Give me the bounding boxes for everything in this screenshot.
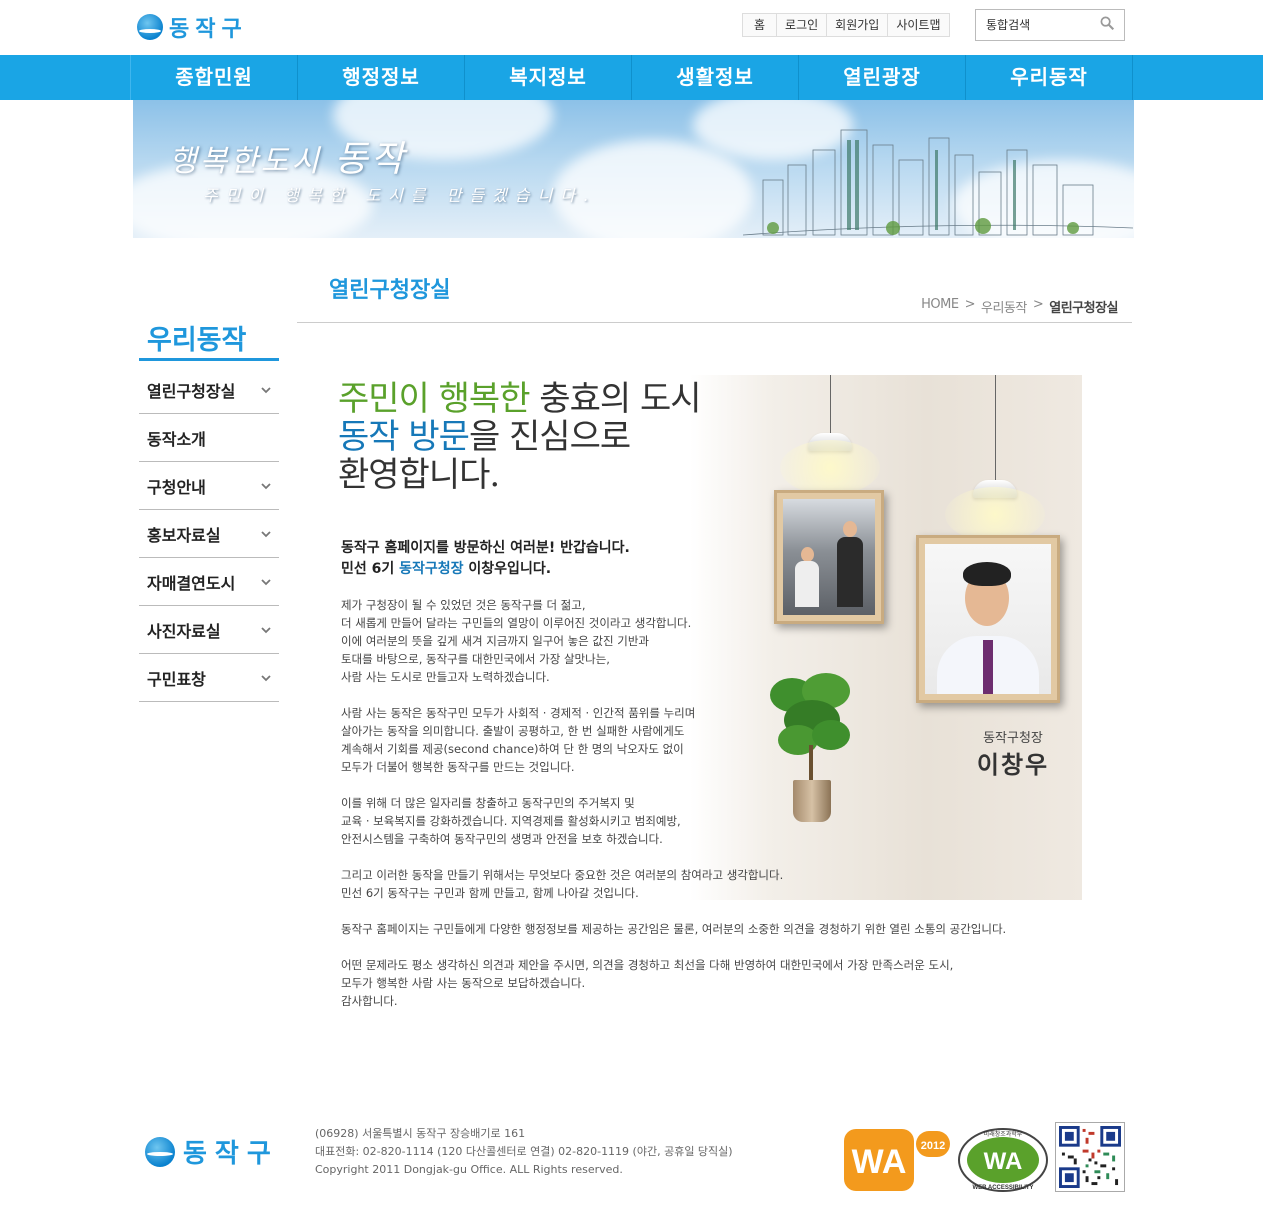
local-nav: 열린구청장실 동작소개 구청안내 홍보자료실 자매결연도시 사진자료실 구민표창 [139,366,279,702]
chevron-down-icon [261,386,271,393]
svg-text:2012: 2012 [921,1140,945,1152]
footer-logo: 동작구 [145,1133,279,1170]
photo-frame-small [774,490,884,624]
lnb-item-open-mayor-office[interactable]: 열린구청장실 [139,366,279,414]
footer-copyright: Copyright 2011 Dongjak-gu Office. ALL Ri… [315,1163,623,1176]
greeting: 동작구 홈페이지를 방문하신 여러분! 반갑습니다. 민선 6기 동작구청장 이… [341,540,630,577]
message-paragraph: 그리고 이러한 동작을 만들기 위해서는 무엇보다 중요한 것은 여러분의 참여… [341,868,784,900]
message-paragraph: 동작구 홈페이지는 구민들에게 다양한 행정정보를 제공하는 공간임은 물론, … [341,922,1007,936]
chevron-down-icon [261,626,271,633]
banner: 행복한도시 동작 주민이 행복한 도시를 만들겠습니다. [133,100,1134,238]
breadcrumb-separator: > [1032,297,1044,312]
qr-code-icon [1059,1126,1121,1188]
plant-pot [793,780,831,822]
gnb-item-our-dongjak[interactable]: 우리동작 [966,55,1133,100]
logo-mark-icon [137,14,163,40]
chevron-down-icon [261,578,271,585]
lnb-item-citizen-awards[interactable]: 구민표창 [139,654,279,702]
gnb-item-life[interactable]: 생활정보 [632,55,799,100]
chevron-down-icon [261,674,271,681]
banner-title: 행복한도시 동작 [169,139,407,180]
breadcrumb-separator: > [964,297,976,312]
search-box [975,9,1125,41]
footer-logo-text: 동작구 [183,1139,279,1169]
lnb-item-pr-archive[interactable]: 홍보자료실 [139,510,279,558]
gnb-item-open-square[interactable]: 열린광장 [799,55,966,100]
search-input[interactable] [984,10,1098,40]
gnb-item-welfare[interactable]: 복지정보 [465,55,632,100]
lnb-item-office-guide[interactable]: 구청안내 [139,462,279,510]
breadcrumb-current: 열린구청장실 [1049,301,1118,316]
lnb-item-dongjak-intro[interactable]: 동작소개 [139,414,279,462]
mayor-photo-main [925,544,1051,694]
message-paragraph: 사람 사는 동작은 동작구민 모두가 사회적 · 경제적 · 인간적 품위를 누… [341,706,696,774]
banner-subtitle: 주민이 행복한 도시를 만들겠습니다. [203,186,597,205]
message-paragraph: 제가 구청장이 될 수 있었던 것은 동작구를 더 젊고, 더 새롭게 만들어 … [341,598,692,684]
divider [297,322,1132,323]
chevron-down-icon [261,530,271,537]
util-link-home[interactable]: 홈 [743,14,777,36]
footer-address: (06928) 서울특별시 동작구 장승배기로 161 [315,1127,526,1140]
gnb-item-civil[interactable]: 종합민원 [131,55,298,100]
utility-links: 홈 로그인 회원가입 사이트맵 [742,13,950,37]
message-paragraph: 어떤 문제라도 평소 생각하신 의견과 제안을 주시면, 의견을 경청하고 최선… [341,958,954,1008]
site-logo[interactable]: 동작구 [137,12,248,42]
breadcrumb-home[interactable]: HOME [921,297,959,316]
lnb-title: 우리동작 [147,325,247,356]
city-skyline-illustration [743,129,1133,236]
breadcrumb: HOME > 우리동작 > 열린구청장실 [921,297,1118,316]
lnb-item-sister-cities[interactable]: 자매결연도시 [139,558,279,606]
logo-text: 동작구 [169,17,248,42]
footer-phone: 대표전화: 02-820-1114 (120 다산콜센터로 연결) 02-820… [315,1145,733,1158]
svg-text:미래창조과학부: 미래창조과학부 [984,1130,1023,1138]
breadcrumb-our-dongjak[interactable]: 우리동작 [981,297,1027,316]
logo-mark-icon [145,1136,175,1167]
global-nav: 종합민원 행정정보 복지정보 생활정보 열린광장 우리동작 [0,55,1263,100]
util-link-sitemap[interactable]: 사이트맵 [887,14,949,36]
photo-frame-main [916,535,1060,703]
util-link-login[interactable]: 로그인 [776,14,827,36]
lnb-title-underline [139,358,279,361]
web-accessibility-badge-icon[interactable]: WA 미래창조과학부 WEB ACCESSIBILITY [957,1127,1049,1193]
footer-info: (06928) 서울특별시 동작구 장승배기로 161 대표전화: 02-820… [315,1125,733,1179]
util-link-join[interactable]: 회원가입 [826,14,888,36]
mayor-name: 이창우 [976,751,1050,779]
svg-text:WA: WA [984,1148,1023,1175]
lnb-item-photo-archive[interactable]: 사진자료실 [139,606,279,654]
chevron-down-icon [261,482,271,489]
search-icon[interactable] [1100,16,1114,30]
message-paragraph: 이를 위해 더 많은 일자리를 창출하고 동작구민의 주거복지 및 교육 · 보… [341,796,681,846]
svg-text:WA: WA [852,1143,907,1181]
welcome-headline: 주민이 행복한 충효의 도시 동작 방문을 진심으로 환영합니다. [338,379,702,495]
mayor-visual: 동작구청장 이창우 [690,375,1082,900]
gnb-item-admin[interactable]: 행정정보 [298,55,465,100]
mayor-photo-small [783,499,875,615]
page-title: 열린구청장실 [329,278,451,303]
wa-2012-badge-icon[interactable]: WA 2012 [842,1127,952,1193]
qr-code[interactable] [1055,1122,1125,1192]
svg-text:WEB ACCESSIBILITY: WEB ACCESSIBILITY [972,1185,1033,1191]
mayor-title: 동작구청장 [983,731,1043,746]
